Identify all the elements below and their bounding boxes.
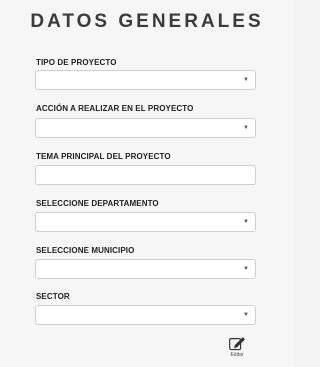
accion-realizar-select[interactable]: ▼ xyxy=(35,118,256,138)
chevron-down-icon: ▼ xyxy=(243,77,249,83)
edit-label: Editar xyxy=(230,352,244,358)
form-title: DATOS GENERALES xyxy=(30,11,264,32)
tema-principal-label: TEMA PRINCIPAL DEL PROYECTO xyxy=(36,152,171,161)
sector-label: SECTOR xyxy=(36,292,70,301)
municipio-label: SELECCIONE MUNICIPIO xyxy=(36,246,135,255)
chevron-down-icon: ▼ xyxy=(243,125,249,131)
accion-realizar-label: ACCIÓN A REALIZAR EN EL PROYECTO xyxy=(36,104,194,113)
sector-select[interactable]: ▼ xyxy=(35,305,256,325)
datos-generales-panel: DATOS GENERALES TIPO DE PROYECTO ▼ ACCIÓ… xyxy=(0,0,294,367)
chevron-down-icon: ▼ xyxy=(243,219,249,225)
departamento-label: SELECCIONE DEPARTAMENTO xyxy=(36,199,159,208)
chevron-down-icon: ▼ xyxy=(243,266,249,272)
edit-pencil-icon xyxy=(229,337,245,351)
tipo-proyecto-label: TIPO DE PROYECTO xyxy=(36,58,117,67)
tipo-proyecto-select[interactable]: ▼ xyxy=(35,70,256,90)
tema-principal-input[interactable] xyxy=(35,165,256,185)
chevron-down-icon: ▼ xyxy=(243,312,249,318)
municipio-select[interactable]: ▼ xyxy=(35,259,256,279)
edit-button[interactable]: Editar xyxy=(224,335,250,358)
departamento-select[interactable]: ▼ xyxy=(35,212,256,232)
